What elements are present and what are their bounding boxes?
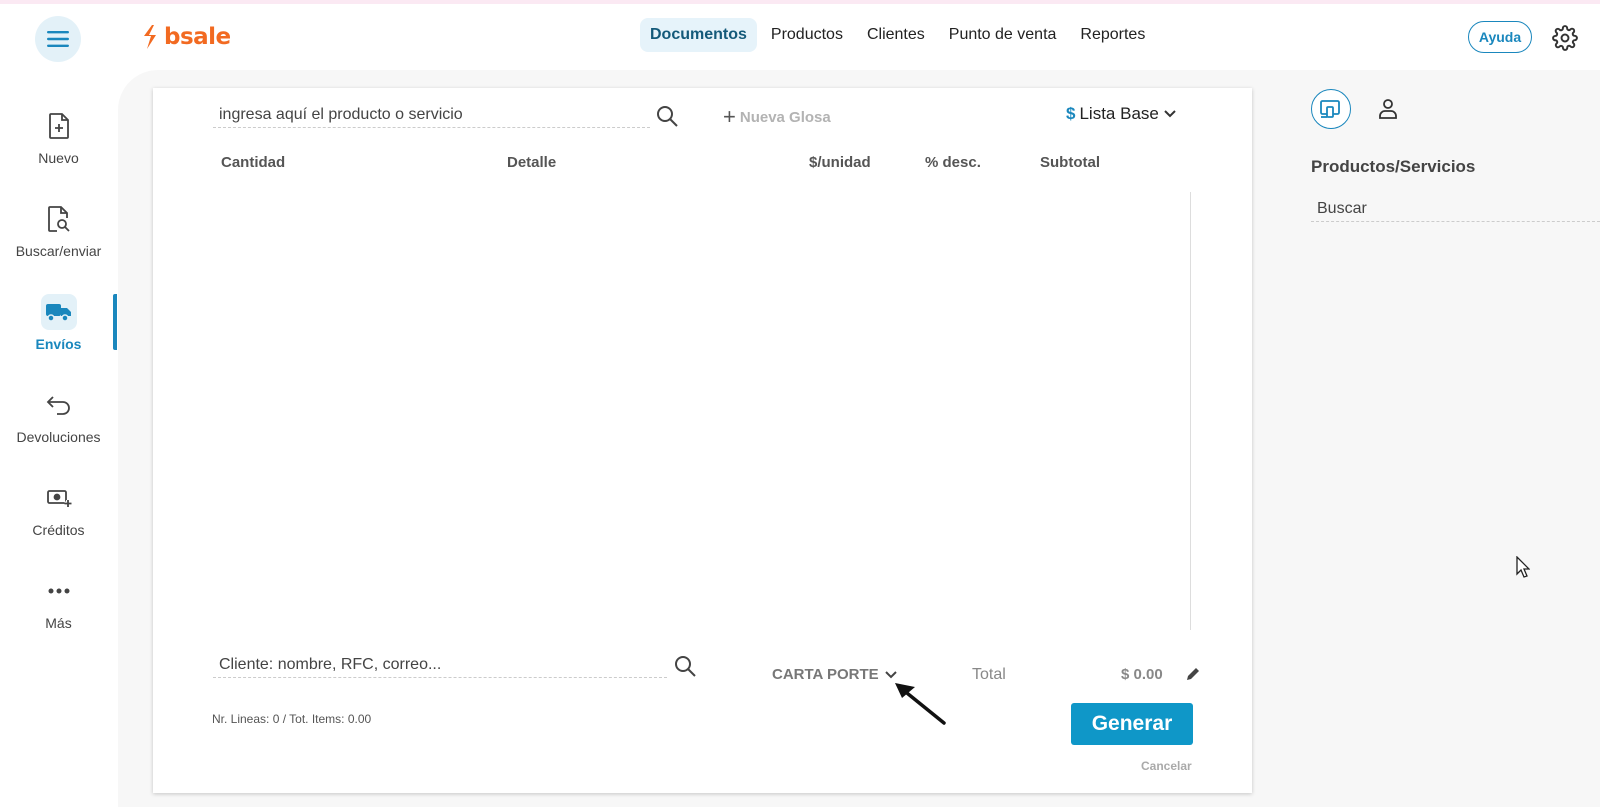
devices-icon [1320, 100, 1340, 118]
hamburger-icon [47, 31, 69, 47]
plus-icon: + [723, 104, 736, 129]
logo-bolt-icon [144, 25, 156, 49]
mouse-cursor-icon [1516, 556, 1530, 578]
truck-icon [40, 294, 77, 330]
sidebar-item-buscar-enviar[interactable]: Buscar/enviar [0, 201, 117, 281]
column-descuento: % desc. [925, 154, 981, 171]
main-nav: Documentos Productos Clientes Punto de v… [640, 18, 1155, 52]
generate-button[interactable]: Generar [1071, 703, 1193, 745]
carta-porte-label: CARTA PORTE [772, 666, 879, 683]
price-list-dropdown[interactable]: $ Lista Base [1066, 104, 1177, 124]
chevron-down-icon [1164, 110, 1176, 118]
return-arrow-icon [41, 387, 77, 423]
product-panel-search-input[interactable] [1311, 196, 1600, 222]
sidebar-item-creditos[interactable]: Créditos [0, 480, 117, 560]
pencil-icon[interactable] [1185, 666, 1201, 682]
sidebar-item-envios[interactable]: Envíos [0, 294, 117, 374]
sidebar-active-indicator [113, 294, 117, 350]
price-list-label: Lista Base [1079, 104, 1159, 123]
sidebar-item-label: Devoluciones [16, 429, 101, 445]
sidebar-item-label: Créditos [32, 522, 85, 538]
right-panel-title: Productos/Servicios [1311, 157, 1476, 176]
nav-punto-de-venta[interactable]: Punto de venta [939, 18, 1067, 52]
column-precio-unidad: $/unidad [809, 154, 871, 171]
sidebar-item-label: Buscar/enviar [15, 243, 102, 259]
help-button[interactable]: Ayuda [1468, 21, 1532, 53]
user-icon [1379, 99, 1397, 119]
total-value: $ 0.00 [1121, 666, 1163, 683]
sidebar-item-nuevo[interactable]: Nuevo [0, 108, 117, 188]
gear-icon[interactable] [1552, 25, 1578, 51]
nueva-glosa-label: Nueva Glosa [739, 109, 831, 126]
column-cantidad: Cantidad [221, 154, 286, 171]
sidebar-item-mas[interactable]: Más [0, 573, 117, 653]
search-icon[interactable] [655, 104, 679, 128]
search-icon[interactable] [673, 654, 697, 678]
hamburger-menu-button[interactable] [35, 16, 81, 62]
sidebar-item-label: Más [45, 615, 72, 631]
logo-text: bsale [164, 24, 231, 50]
chevron-down-icon [884, 670, 897, 678]
carta-porte-dropdown[interactable]: CARTA PORTE [772, 666, 897, 683]
nav-reportes[interactable]: Reportes [1070, 18, 1155, 52]
table-divider [1190, 192, 1191, 630]
nav-clientes[interactable]: Clientes [857, 18, 935, 52]
nueva-glosa-button[interactable]: + Nueva Glosa [723, 104, 831, 130]
file-plus-icon [41, 108, 77, 144]
nav-productos[interactable]: Productos [761, 18, 853, 52]
total-label: Total [972, 666, 1006, 683]
dollar-icon: $ [1066, 104, 1076, 123]
cash-plus-icon [41, 480, 77, 516]
document-card: +Nueva Glosa $ Lista Base Cantidad Detal… [153, 88, 1252, 793]
lines-info: Nr. Lineas: 0 / Tot. Items: 0.00 [212, 712, 372, 726]
column-subtotal: Subtotal [1040, 154, 1100, 171]
client-search-input[interactable] [213, 652, 667, 678]
product-search-input[interactable] [213, 102, 650, 128]
bsale-logo[interactable]: bsale [142, 24, 231, 50]
nav-documentos[interactable]: Documentos [640, 18, 757, 52]
products-panel-tab[interactable] [1311, 89, 1351, 129]
file-search-icon [41, 201, 77, 237]
dots-icon [41, 573, 77, 609]
client-panel-tab[interactable] [1374, 95, 1402, 123]
sidebar-item-devoluciones[interactable]: Devoluciones [0, 387, 117, 467]
annotation-arrow-icon [895, 683, 946, 725]
cancel-link[interactable]: Cancelar [1141, 759, 1192, 773]
column-detalle: Detalle [507, 154, 557, 171]
sidebar-item-label: Nuevo [38, 150, 79, 166]
app-header: bsale Documentos Productos Clientes Punt… [0, 4, 1600, 70]
sidebar-item-label: Envíos [35, 336, 82, 352]
